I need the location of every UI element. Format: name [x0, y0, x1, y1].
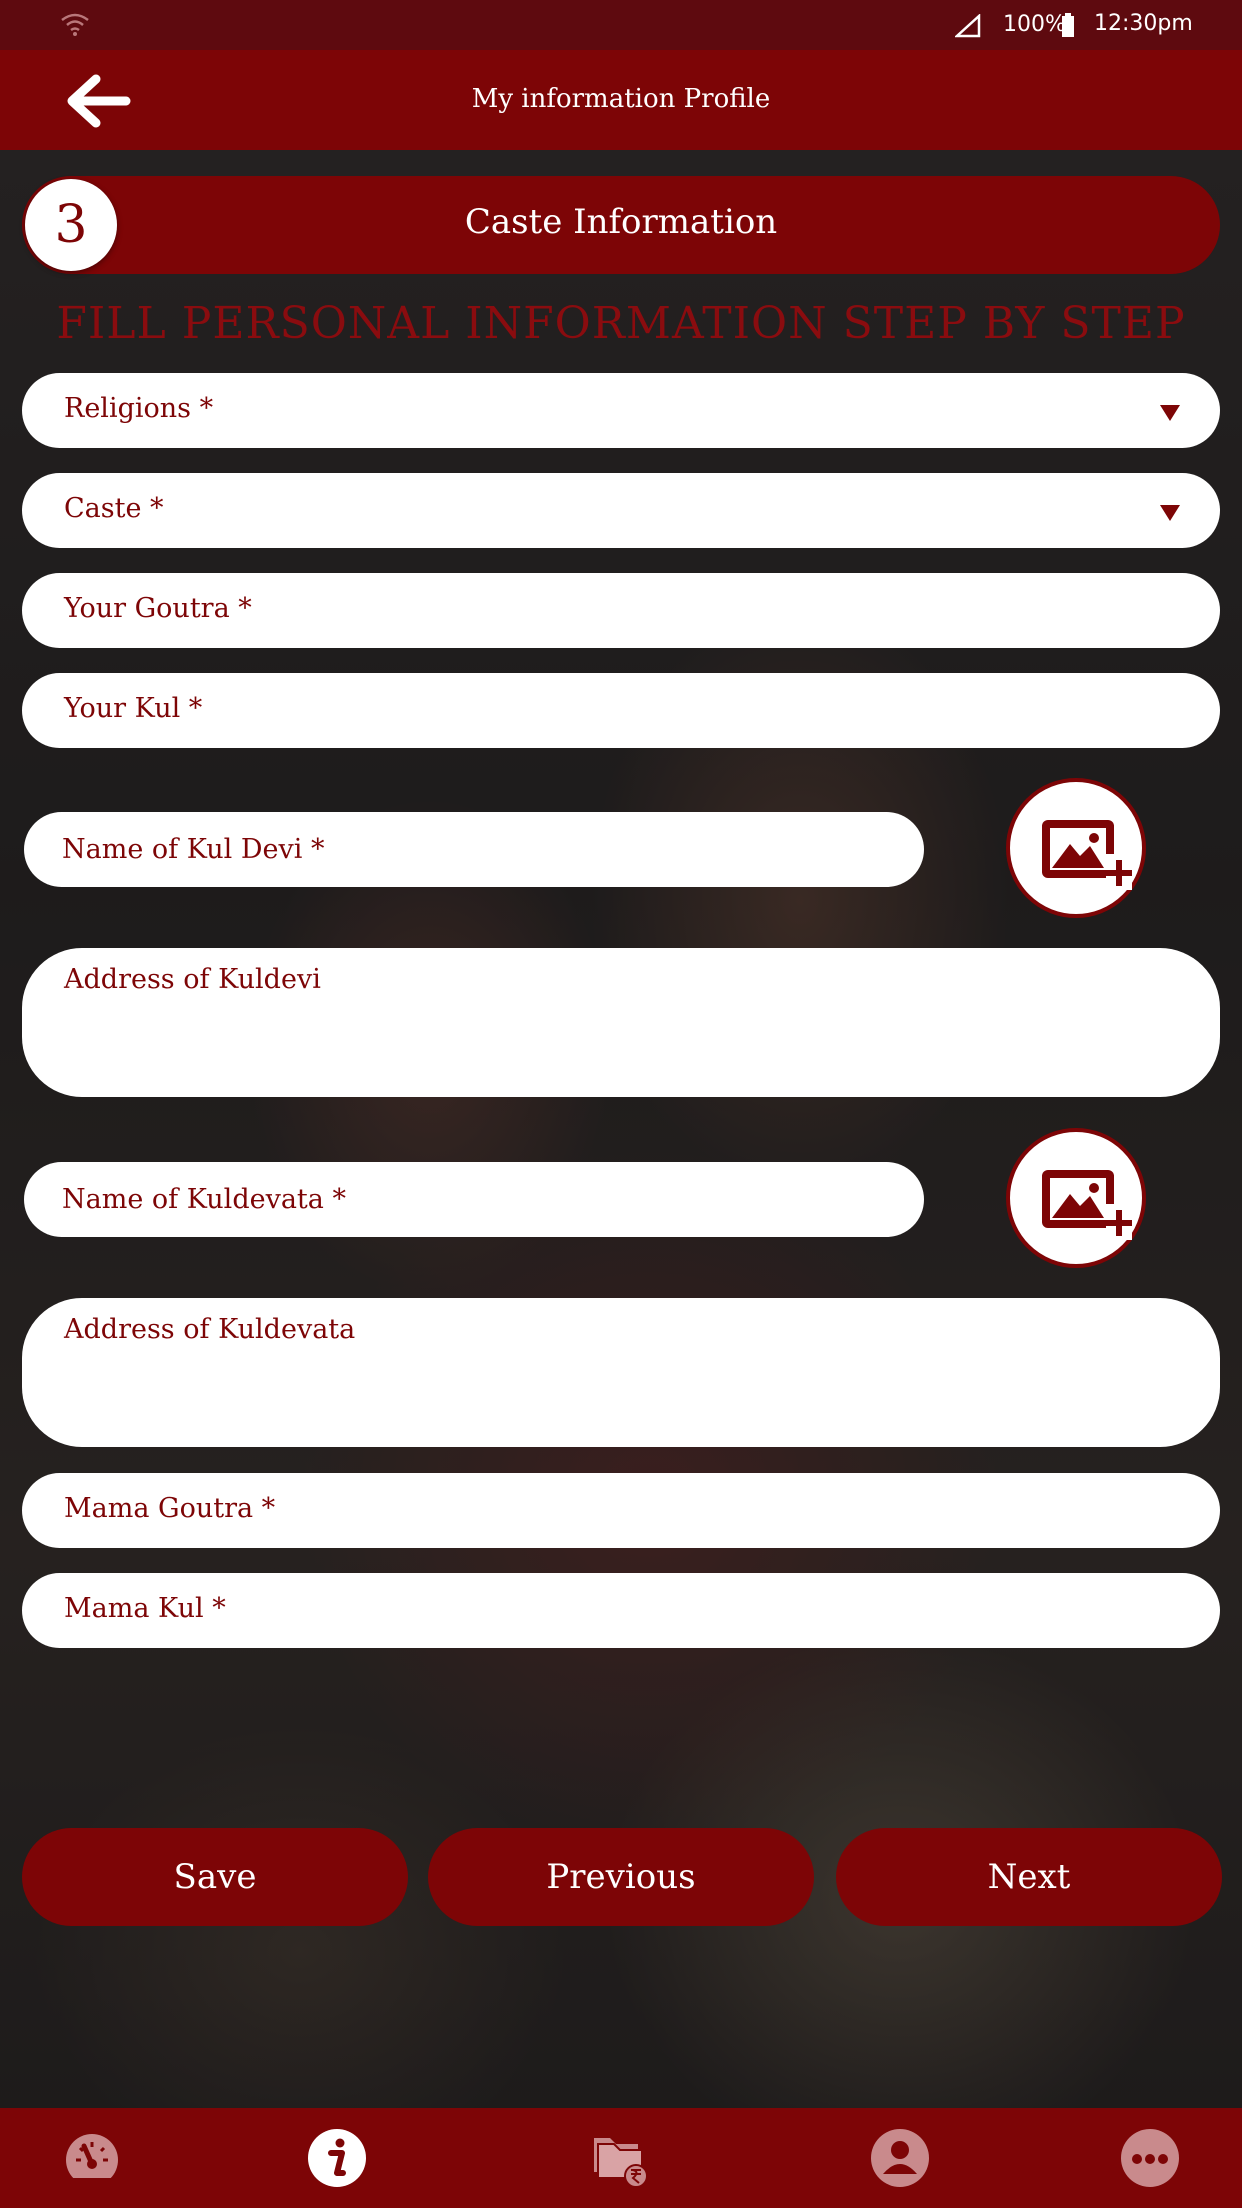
profile-icon — [871, 2129, 929, 2187]
mama-goutra-label: Mama Goutra * — [64, 1493, 276, 1524]
clock: 12:30pm — [1094, 11, 1193, 36]
goutra-label: Your Goutra * — [64, 593, 252, 624]
nav-profile[interactable] — [870, 2128, 930, 2188]
step-title: Caste Information — [464, 202, 778, 242]
kuldevi-address-label: Address of Kuldevi — [64, 964, 321, 995]
religions-select[interactable]: Religions * — [22, 373, 1220, 448]
kul-label: Your Kul * — [64, 693, 203, 724]
religions-label: Religions * — [64, 393, 214, 424]
status-bar: 100% 12:30pm — [0, 0, 1242, 50]
page-title: My information Profile — [471, 84, 771, 114]
kul-input[interactable]: Your Kul * — [22, 673, 1220, 748]
save-button[interactable]: Save — [22, 1828, 408, 1926]
form-subtitle: FILL PERSONAL INFORMATION STEP BY STEP — [56, 298, 1186, 349]
more-icon — [1121, 2129, 1179, 2187]
step-banner: 3 Caste Information — [22, 176, 1220, 274]
add-image-icon — [1042, 1170, 1132, 1240]
add-image-icon — [1042, 820, 1132, 890]
app-header: My information Profile — [0, 50, 1242, 150]
nav-payments[interactable] — [590, 2128, 650, 2188]
kul-devi-image-button[interactable] — [1006, 778, 1146, 918]
nav-more[interactable] — [1120, 2128, 1180, 2188]
caste-select[interactable]: Caste * — [22, 473, 1220, 548]
kuldevata-address-input[interactable]: Address of Kuldevata — [22, 1298, 1220, 1447]
mama-goutra-input[interactable]: Mama Goutra * — [22, 1473, 1220, 1548]
signal-icon — [955, 14, 981, 38]
kul-devi-name-input[interactable]: Name of Kul Devi * — [24, 812, 924, 887]
kul-devi-name-label: Name of Kul Devi * — [62, 834, 325, 865]
caste-label: Caste * — [64, 493, 164, 524]
dropdown-arrow-icon — [1160, 505, 1180, 521]
mama-kul-input[interactable]: Mama Kul * — [22, 1573, 1220, 1648]
payment-folder-icon — [594, 2138, 648, 2188]
info-icon — [308, 2129, 366, 2187]
battery-icon — [1062, 13, 1074, 37]
nav-info[interactable] — [307, 2128, 367, 2188]
nav-dashboard[interactable] — [62, 2128, 122, 2188]
mama-kul-label: Mama Kul * — [64, 1593, 226, 1624]
goutra-input[interactable]: Your Goutra * — [22, 573, 1220, 648]
kuldevata-name-label: Name of Kuldevata * — [62, 1184, 346, 1215]
next-button[interactable]: Next — [836, 1828, 1222, 1926]
previous-button[interactable]: Previous — [428, 1828, 814, 1926]
dropdown-arrow-icon — [1160, 405, 1180, 421]
dashboard-icon — [66, 2134, 118, 2188]
battery-percent: 100% — [1003, 12, 1066, 37]
bottom-navigation — [0, 2108, 1242, 2208]
kuldevata-name-input[interactable]: Name of Kuldevata * — [24, 1162, 924, 1237]
kuldevata-image-button[interactable] — [1006, 1128, 1146, 1268]
wifi-icon — [61, 13, 89, 36]
kuldevi-address-input[interactable]: Address of Kuldevi — [22, 948, 1220, 1097]
kuldevata-address-label: Address of Kuldevata — [64, 1314, 356, 1345]
